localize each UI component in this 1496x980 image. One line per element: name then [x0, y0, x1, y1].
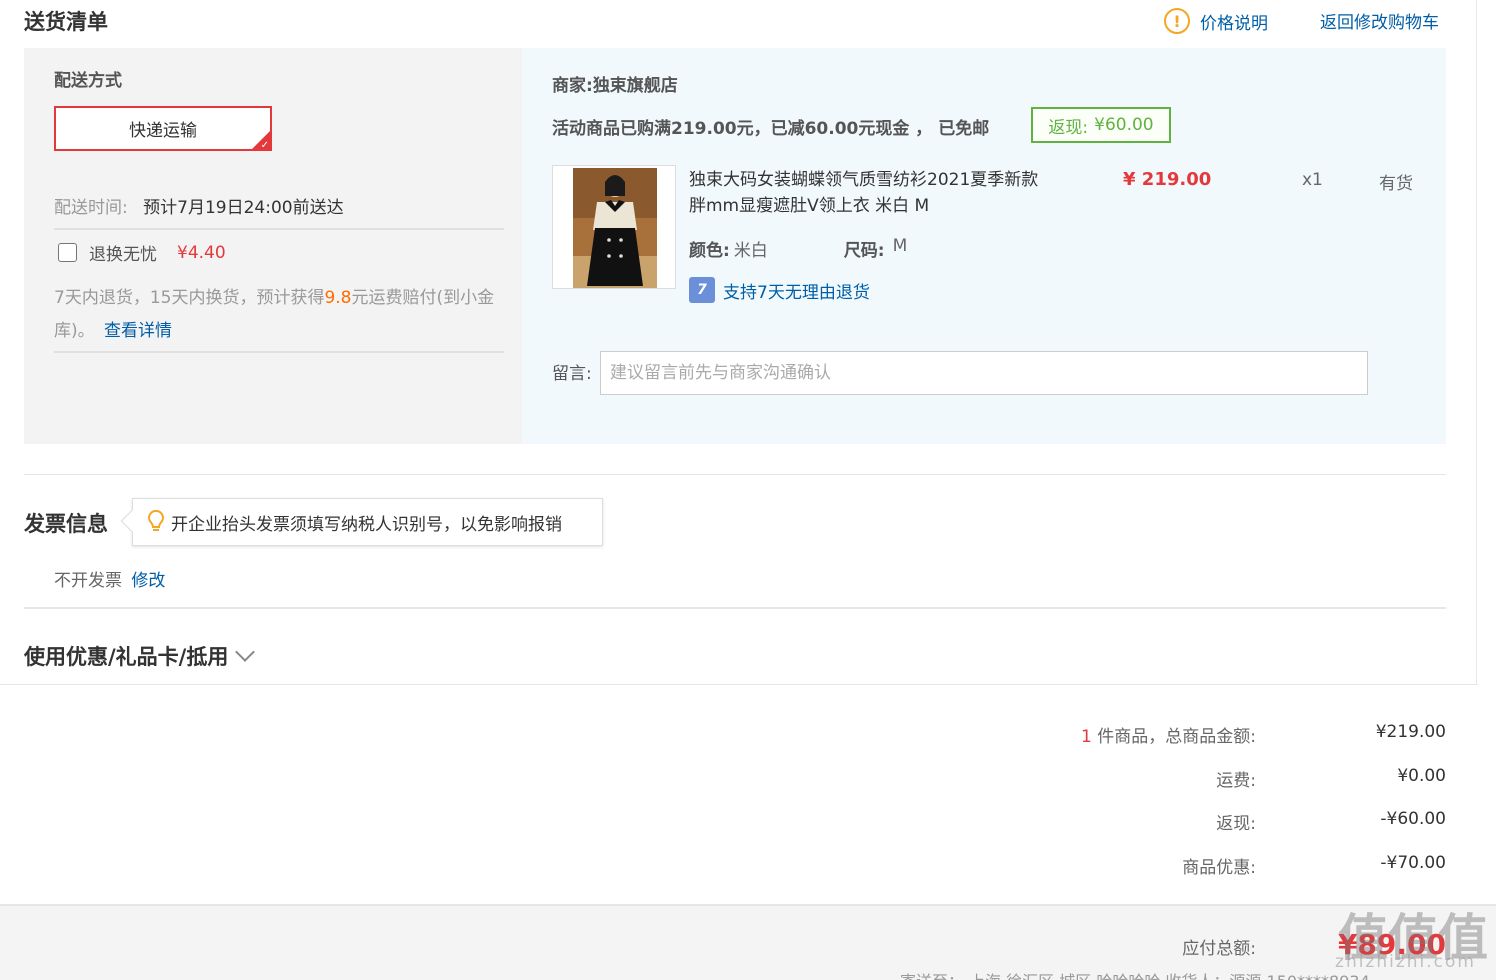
- invoice-tip-text: 开企业抬头发票须填写纳税人识别号，以免影响报销: [171, 514, 562, 535]
- product-quantity: x1: [1302, 170, 1323, 190]
- goods-total-text: 件商品，总商品金额:: [1097, 727, 1256, 747]
- divider: [54, 351, 504, 353]
- color-label: 颜色:: [689, 241, 730, 261]
- summary-cashback-value: -¥60.00: [1380, 809, 1446, 829]
- express-shipping-option[interactable]: 快递运输 ✓: [54, 106, 272, 151]
- goods-total-label: 1 件商品，总商品金额:: [1081, 722, 1256, 747]
- freight-label: 运费:: [1216, 771, 1256, 791]
- item-count: 1: [1081, 727, 1092, 747]
- exchange-service-checkbox[interactable]: [58, 243, 77, 262]
- exchange-service-row: 退换无忧 ¥4.40: [58, 240, 226, 265]
- tooltip-arrow: [120, 509, 144, 533]
- merchant-name: 商家:独束旗舰店: [552, 71, 678, 96]
- color-value: 米白: [733, 241, 768, 261]
- promo-text: 活动商品已购满219.00元，已减60.00元现金 ， 已免邮: [552, 119, 990, 139]
- cashback-value: ¥60.00: [1094, 115, 1154, 135]
- merchant-label: 商家:: [552, 76, 593, 96]
- chevron-down-icon: [235, 642, 256, 662]
- return-support-label: 支持7天无理由退货: [723, 282, 870, 303]
- seven-day-return-icon: 7: [689, 277, 715, 303]
- shipping-address: 寄送至： 上海 徐汇区 城区 哈哈哈哈 收货人：源源 150****8934: [900, 968, 1370, 980]
- right-divider: [1476, 0, 1477, 685]
- invoice-modify-link[interactable]: 修改: [131, 571, 165, 591]
- cashback-badge: 返现: ¥60.00: [1031, 107, 1171, 143]
- price-info-link[interactable]: ! 价格说明: [1164, 8, 1268, 34]
- price-info-label: 价格说明: [1200, 13, 1268, 34]
- size-label: 尺码:: [843, 241, 885, 261]
- delivery-time: 配送时间: 预计7月19日24:00前送达: [54, 193, 344, 218]
- lightbulb-icon: [147, 509, 165, 535]
- product-price: ¥ 219.00: [1123, 169, 1212, 190]
- express-shipping-label: 快递运输: [129, 121, 197, 141]
- delivery-time-label: 配送时间:: [54, 198, 128, 218]
- exchange-desc-amount: 9.8: [324, 288, 352, 308]
- divider: [54, 228, 504, 230]
- discount-label: 商品优惠:: [1182, 858, 1256, 878]
- view-details-link[interactable]: 查看详情: [104, 321, 172, 341]
- product-image[interactable]: [552, 165, 676, 289]
- total-label: 应付总额:: [1182, 939, 1256, 959]
- merchant-value: 独束旗舰店: [592, 76, 678, 96]
- invoice-tip: 开企业抬头发票须填写纳税人识别号，以免影响报销: [120, 498, 603, 546]
- exchange-service-price: ¥4.40: [177, 242, 226, 263]
- freight-value: ¥0.00: [1397, 766, 1446, 786]
- delivery-time-value: 预计7月19日24:00前送达: [143, 198, 344, 218]
- invoice-status-value: 不开发票: [54, 571, 122, 591]
- exclamation-icon: !: [1164, 8, 1190, 34]
- note-label: 留言:: [552, 364, 592, 384]
- product-stock-status: 有货: [1379, 174, 1413, 194]
- goods-total-value: ¥219.00: [1375, 722, 1446, 742]
- cashback-label: 返现:: [1048, 117, 1089, 138]
- product-name-link[interactable]: 独束大码女装蝴蝶领气质雪纺衫2021夏季新款胖mm显瘦遮肚V领上衣 米白 M: [689, 167, 1049, 219]
- invoice-title: 发票信息: [24, 512, 108, 536]
- back-to-cart-link[interactable]: 返回修改购物车: [1320, 8, 1439, 33]
- return-support-link[interactable]: 7 支持7天无理由退货: [689, 277, 870, 303]
- discount-value: -¥70.00: [1380, 853, 1446, 873]
- divider: [24, 474, 1446, 475]
- exchange-service-label: 退换无忧: [89, 245, 157, 265]
- watermark-url: zhizhizhi.com: [1335, 952, 1476, 972]
- coupon-title-label: 使用优惠/礼品卡/抵用: [24, 645, 229, 669]
- shipping-method-label: 配送方式: [54, 71, 122, 91]
- product-attributes: 颜色: 米白 尺码: M: [689, 236, 907, 261]
- product-photo-icon: [553, 166, 675, 288]
- exchange-desc-pre: 7天内退货，15天内换货，预计获得: [54, 288, 325, 308]
- size-value: M: [892, 236, 908, 256]
- check-icon: ✓: [260, 140, 269, 151]
- note-input[interactable]: [600, 351, 1368, 395]
- delivery-list-title: 送货清单: [24, 10, 108, 34]
- invoice-status: 不开发票 修改: [54, 566, 165, 591]
- exchange-service-desc: 7天内退货，15天内换货，预计获得9.8元运费赔付(到小金库)。 查看详情: [54, 282, 504, 348]
- divider: [0, 684, 1478, 685]
- divider: [24, 607, 1446, 609]
- coupon-toggle[interactable]: 使用优惠/礼品卡/抵用: [24, 641, 256, 671]
- summary-cashback-label: 返现:: [1216, 814, 1256, 834]
